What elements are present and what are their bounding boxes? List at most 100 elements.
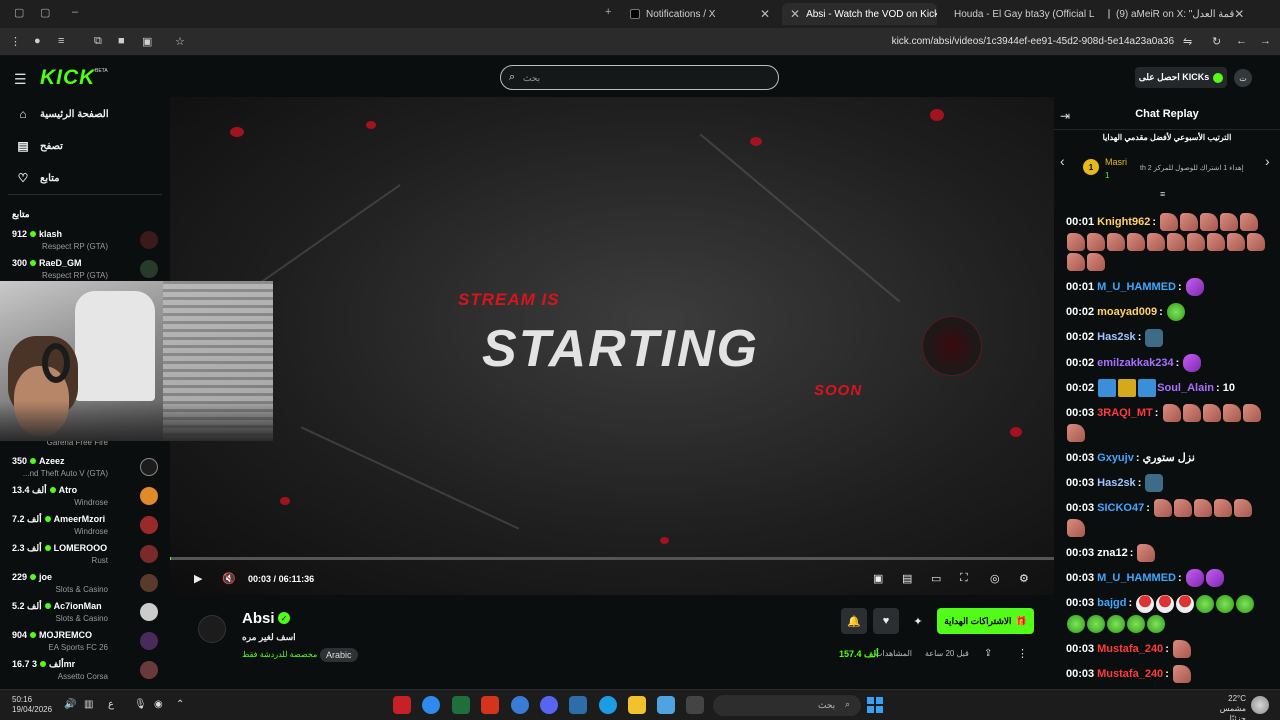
screenshot-icon[interactable]: ⧉ xyxy=(94,35,102,48)
clock[interactable]: 50:16 19/04/2026 xyxy=(12,695,52,715)
notifications-button[interactable]: 🔔 xyxy=(841,608,867,634)
clip-icon[interactable]: ▤ xyxy=(902,572,912,585)
emote-icon[interactable] xyxy=(1145,328,1164,347)
emote-icon[interactable] xyxy=(1236,594,1255,613)
emote-icon[interactable] xyxy=(1147,233,1165,252)
message-username[interactable]: M_U_HAMMED xyxy=(1097,281,1176,293)
emote-icon[interactable] xyxy=(1166,303,1185,322)
tab-youtube[interactable]: Houda - El Gay bta3y (Official L xyxy=(940,3,1095,25)
emote-icon[interactable] xyxy=(1067,233,1085,252)
forward-icon[interactable]: → xyxy=(1260,35,1271,47)
bookmarks-icon[interactable]: ≡ xyxy=(58,35,64,47)
start-icon[interactable] xyxy=(867,697,883,713)
mute-icon[interactable]: 🔇 xyxy=(222,572,236,585)
message-username[interactable]: Knight962 xyxy=(1097,216,1150,228)
message-username[interactable]: moayad009 xyxy=(1097,306,1157,318)
site-settings-icon[interactable]: ⇋ xyxy=(1183,35,1192,48)
channel-item-mojremco[interactable]: 904 MOJREMCO EA Sports FC 26 xyxy=(12,630,162,659)
emote-icon[interactable] xyxy=(1193,499,1212,518)
emote-icon[interactable] xyxy=(1180,213,1199,232)
share-icon[interactable]: ⇪ xyxy=(984,648,992,659)
star-icon[interactable]: ☆ xyxy=(175,35,185,48)
emote-icon[interactable] xyxy=(1202,403,1221,422)
emote-icon[interactable] xyxy=(1160,213,1179,232)
channel-avatar[interactable] xyxy=(198,615,226,643)
user-avatar[interactable]: ت xyxy=(1234,69,1252,87)
emote-icon[interactable] xyxy=(1087,614,1105,633)
emote-icon[interactable] xyxy=(1176,594,1195,613)
seek-bar[interactable] xyxy=(170,557,1054,560)
emote-icon[interactable] xyxy=(1127,614,1145,633)
message-username[interactable]: Soul_Alain xyxy=(1157,382,1214,394)
app-icon[interactable] xyxy=(686,696,704,714)
discord-icon[interactable] xyxy=(540,696,558,714)
hamburger-menu-icon[interactable]: ☰ xyxy=(14,71,27,88)
nav-browse[interactable]: ▤ تصفح xyxy=(16,139,63,153)
emote-icon[interactable] xyxy=(1213,499,1232,518)
extension-icon[interactable]: ■ xyxy=(118,35,125,47)
emote-icon[interactable] xyxy=(1162,403,1181,422)
emote-icon[interactable] xyxy=(1067,423,1085,442)
close-tab-icon[interactable]: ✕ xyxy=(1234,7,1244,21)
app-icon[interactable] xyxy=(393,696,411,714)
language-tag[interactable]: Arabic xyxy=(320,648,358,662)
pinned-toggle-icon[interactable]: ≡ xyxy=(1160,189,1165,199)
play-icon[interactable]: ▶ xyxy=(194,572,202,585)
search-input[interactable]: ⌕ بحث xyxy=(500,65,779,90)
sparkle-button[interactable]: ✦ xyxy=(905,608,931,634)
channel-name[interactable]: Absi xyxy=(242,610,275,627)
pip-icon[interactable]: ▣ xyxy=(873,572,883,585)
emote-icon[interactable] xyxy=(1173,499,1192,518)
channel-item-ac7ionman[interactable]: 5.2 ألف Ac7ionMan Slots & Casino xyxy=(12,601,162,630)
category-tag[interactable]: مخصصة للدردشة فقط xyxy=(242,650,317,659)
chrome-icon[interactable] xyxy=(422,696,440,714)
chevron-left-icon[interactable]: ‹ xyxy=(1060,153,1065,169)
tab-kick-vod[interactable]: ✕ Absi - Watch the VOD on Kick xyxy=(782,3,937,25)
speed-icon[interactable]: ◎ xyxy=(990,572,1000,585)
emote-icon[interactable] xyxy=(1240,213,1259,232)
channel-item-azeez[interactable]: 350 Azeez ...nd Theft Auto V (GTA) xyxy=(12,456,162,485)
emote-icon[interactable] xyxy=(1233,499,1252,518)
tab-search-icon[interactable]: ▢ xyxy=(40,6,50,19)
emote-icon[interactable] xyxy=(1196,594,1215,613)
menu-dots-icon[interactable]: ⋮ xyxy=(10,35,21,48)
new-tab-icon[interactable]: + xyxy=(605,6,611,18)
emote-icon[interactable] xyxy=(1156,594,1175,613)
app-icon[interactable] xyxy=(511,696,529,714)
emote-icon[interactable] xyxy=(1185,569,1204,588)
close-tab-icon[interactable]: ✕ xyxy=(790,7,800,21)
emote-icon[interactable] xyxy=(1220,213,1239,232)
emote-icon[interactable] xyxy=(1242,403,1261,422)
emote-icon[interactable] xyxy=(1185,278,1204,297)
emote-icon[interactable] xyxy=(1067,253,1085,272)
message-username[interactable]: zna12 xyxy=(1097,547,1128,559)
emote-icon[interactable] xyxy=(1182,403,1201,422)
message-username[interactable]: Mustafa_240 xyxy=(1097,643,1163,655)
channel-item-3mr[interactable]: 16.7 ألف3mr Assetto Corsa xyxy=(12,659,162,688)
channel-item-ameermzori[interactable]: 7.2 ألف AmeerMzori Windrose xyxy=(12,514,162,543)
tab-x-post[interactable]: (9) aMeiR on X: "قمة العدل ✕ xyxy=(1100,3,1250,25)
emote-icon[interactable] xyxy=(1200,213,1219,232)
emote-icon[interactable] xyxy=(1087,233,1105,252)
url-field[interactable]: kick.com/absi/videos/1c3944ef-ee91-45d2-… xyxy=(892,36,1174,47)
chevron-up-icon[interactable]: ⌃ xyxy=(176,699,184,710)
message-username[interactable]: SICKO47 xyxy=(1097,502,1144,514)
emote-icon[interactable] xyxy=(1067,614,1085,633)
emote-icon[interactable] xyxy=(1087,253,1105,272)
message-username[interactable]: Gxyujv xyxy=(1097,452,1134,464)
emote-icon[interactable] xyxy=(1145,474,1164,493)
nav-home[interactable]: ⌂ الصفحة الرئيسية xyxy=(16,107,108,121)
emote-icon[interactable] xyxy=(1136,594,1155,613)
emote-icon[interactable] xyxy=(1183,353,1202,372)
theater-icon[interactable]: ▭ xyxy=(931,572,941,585)
kick-logo[interactable]: KICK xyxy=(40,66,95,90)
emote-icon[interactable] xyxy=(1247,233,1265,252)
message-username[interactable]: Has2sk xyxy=(1097,331,1136,343)
emote-icon[interactable] xyxy=(1107,233,1125,252)
emote-icon[interactable] xyxy=(1172,639,1191,658)
emote-icon[interactable] xyxy=(1216,594,1235,613)
taskbar-search[interactable]: بحث ⌕ xyxy=(713,695,861,716)
fullscreen-icon[interactable]: ⛶ xyxy=(960,572,968,585)
chevron-right-icon[interactable]: › xyxy=(1265,153,1270,169)
message-username[interactable]: Mustafa_240 xyxy=(1097,668,1163,680)
